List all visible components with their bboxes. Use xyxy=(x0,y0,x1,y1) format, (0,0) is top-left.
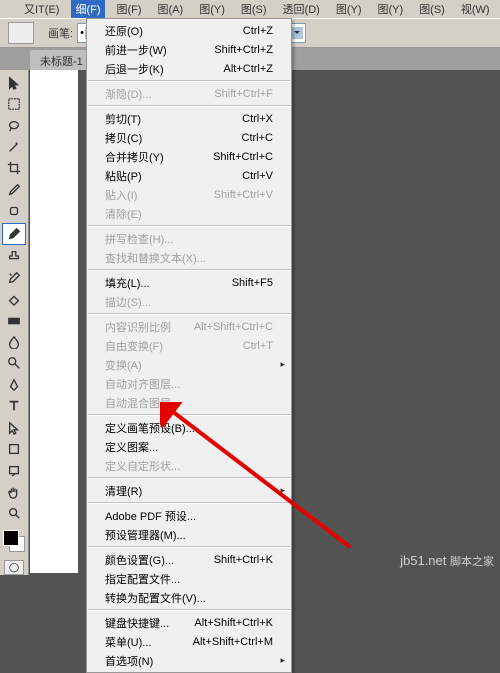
history-brush-icon[interactable] xyxy=(3,268,25,287)
menu-item: 内容识别比例Alt+Shift+Ctrl+C xyxy=(87,317,291,336)
menu-item[interactable]: 首选项(N) xyxy=(87,651,291,670)
watermark: jb51.net 脚本之家 xyxy=(400,553,494,569)
menu-item[interactable]: 还原(O)Ctrl+Z xyxy=(87,21,291,40)
menu-item[interactable]: 填充(L)...Shift+F5 xyxy=(87,273,291,292)
dodge-tool-icon[interactable] xyxy=(3,354,25,373)
menu-item: 变换(A) xyxy=(87,355,291,374)
brush-label: 画笔: xyxy=(48,25,73,41)
menu-item[interactable]: 图(F) xyxy=(113,0,146,18)
menu-item: 定义自定形状... xyxy=(87,456,291,475)
menu-item[interactable]: 键盘快捷键...Alt+Shift+Ctrl+K xyxy=(87,613,291,632)
menu-item-edit[interactable]: 细(F) xyxy=(71,0,104,18)
canvas[interactable] xyxy=(30,70,78,573)
menu-item[interactable]: 剪切(T)Ctrl+X xyxy=(87,109,291,128)
menu-item[interactable]: 透回(D) xyxy=(279,0,324,18)
menu-item[interactable]: 菜单(U)...Alt+Shift+Ctrl+M xyxy=(87,632,291,651)
shape-tool-icon[interactable] xyxy=(3,439,25,458)
tool-preset-icon[interactable] xyxy=(8,22,34,44)
menu-item: 自动对齐图层... xyxy=(87,374,291,393)
wand-tool-icon[interactable] xyxy=(3,137,25,156)
menu-item[interactable]: 图(S) xyxy=(237,0,271,18)
move-tool-icon[interactable] xyxy=(3,73,25,92)
menu-item[interactable]: 粘贴(P)Ctrl+V xyxy=(87,166,291,185)
gradient-tool-icon[interactable] xyxy=(3,311,25,330)
notes-tool-icon[interactable] xyxy=(3,461,25,480)
edit-menu-dropdown: 还原(O)Ctrl+Z前进一步(W)Shift+Ctrl+Z后退一步(K)Alt… xyxy=(86,18,292,673)
menu-item[interactable]: 前进一步(W)Shift+Ctrl+Z xyxy=(87,40,291,59)
toolbox: ◯ xyxy=(0,70,29,575)
menu-item[interactable]: 后退一步(K)Alt+Ctrl+Z xyxy=(87,59,291,78)
menu-item[interactable]: 又IT(E) xyxy=(20,0,63,18)
document-tab[interactable]: 未标题-1 xyxy=(30,50,93,72)
menu-item[interactable]: 图(Y) xyxy=(374,0,408,18)
menu-item[interactable]: 定义图案... xyxy=(87,437,291,456)
menu-item[interactable]: 清理(R) xyxy=(87,481,291,500)
menu-item: 自由变换(F)Ctrl+T xyxy=(87,336,291,355)
eraser-tool-icon[interactable] xyxy=(3,289,25,308)
type-tool-icon[interactable] xyxy=(3,397,25,416)
zoom-tool-icon[interactable] xyxy=(3,504,25,523)
menu-item[interactable]: 预设管理器(M)... xyxy=(87,525,291,544)
lasso-tool-icon[interactable] xyxy=(3,116,25,135)
marquee-tool-icon[interactable] xyxy=(3,94,25,113)
menu-item[interactable]: 图(Y) xyxy=(332,0,366,18)
menu-item: 渐隐(D)...Shift+Ctrl+F xyxy=(87,84,291,103)
menu-item[interactable]: 视(W) xyxy=(457,0,494,18)
menu-item: 自动混合图层... xyxy=(87,393,291,412)
menu-item[interactable]: 图(Y) xyxy=(195,0,229,18)
healing-tool-icon[interactable] xyxy=(3,202,25,221)
menu-item[interactable]: 图(S) xyxy=(415,0,449,18)
menu-item[interactable]: 颜色设置(G)...Shift+Ctrl+K xyxy=(87,550,291,569)
menu-item: 清除(E) xyxy=(87,204,291,223)
menu-item: 贴入(I)Shift+Ctrl+V xyxy=(87,185,291,204)
brush-tool-icon[interactable] xyxy=(2,223,26,244)
menu-item[interactable]: 拷贝(C)Ctrl+C xyxy=(87,128,291,147)
path-tool-icon[interactable] xyxy=(3,418,25,437)
chevron-down-icon[interactable] xyxy=(291,27,303,39)
menu-item[interactable]: 定义画笔预设(B)... xyxy=(87,418,291,437)
menu-item[interactable]: 指定配置文件... xyxy=(87,569,291,588)
blur-tool-icon[interactable] xyxy=(3,332,25,351)
menu-bar: 又IT(E) 细(F) 图(F) 图(A) 图(Y) 图(S) 透回(D) 图(… xyxy=(0,0,500,18)
menu-item[interactable]: 合并拷贝(Y)Shift+Ctrl+C xyxy=(87,147,291,166)
menu-item[interactable]: 转换为配置文件(V)... xyxy=(87,588,291,607)
crop-tool-icon[interactable] xyxy=(3,159,25,178)
menu-item: 拼写检查(H)... xyxy=(87,229,291,248)
menu-item: 描边(S)... xyxy=(87,292,291,311)
eyedropper-tool-icon[interactable] xyxy=(3,180,25,199)
stamp-tool-icon[interactable] xyxy=(3,247,25,266)
pen-tool-icon[interactable] xyxy=(3,375,25,394)
menu-item: 查找和替换文本(X)... xyxy=(87,248,291,267)
color-swatches[interactable] xyxy=(3,530,25,551)
menu-item[interactable]: Adobe PDF 预设... xyxy=(87,506,291,525)
menu-item[interactable]: 图(A) xyxy=(154,0,188,18)
hand-tool-icon[interactable] xyxy=(3,482,25,501)
